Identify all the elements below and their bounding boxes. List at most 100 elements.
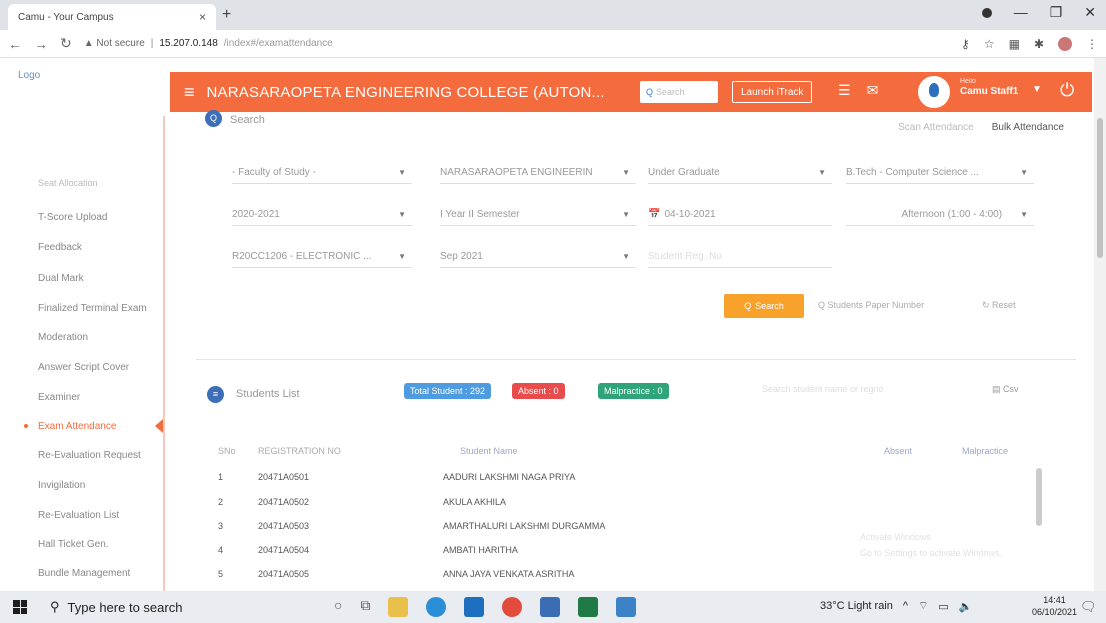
students-list-icon: ≡ — [207, 386, 224, 403]
taskbar-search[interactable]: ⚲ Type here to search — [40, 591, 250, 623]
caret-down-icon[interactable]: ▼ — [1032, 84, 1042, 95]
session-select[interactable]: Afternoon (1:00 - 4:00) ▼ — [846, 204, 1034, 226]
main-content: Q Search Scan Attendance Bulk Attendance… — [170, 110, 1092, 591]
sidebar-item-hall-ticket-gen[interactable]: Hall Ticket Gen. — [38, 539, 109, 550]
menu-dots-icon[interactable]: ⋮ — [1086, 37, 1098, 51]
search-icon: Q — [744, 301, 752, 311]
chevron-up-icon[interactable]: ^ — [903, 600, 908, 612]
sidebar-item-re-evaluation-request[interactable]: Re-Evaluation Request — [38, 450, 141, 461]
notification-icon[interactable]: 🗨 — [1080, 599, 1097, 615]
chevron-down-icon: ▼ — [622, 168, 630, 177]
logo: Logo — [18, 70, 41, 81]
sidebar-item-seat-allocation[interactable]: Seat Allocation — [38, 178, 98, 188]
sidebar-item-re-evaluation-list[interactable]: Re-Evaluation List — [38, 510, 119, 521]
volume-icon[interactable]: 🔈 — [959, 600, 973, 613]
reload-icon[interactable]: ↻ — [60, 35, 72, 52]
top-search-input[interactable]: Q Search — [640, 81, 718, 103]
photos-icon[interactable] — [616, 597, 637, 617]
students-list-title: Students List — [236, 388, 300, 400]
sidebar-item-moderation[interactable]: Moderation — [38, 332, 88, 343]
browser-tab[interactable]: Camu - Your Campus × — [8, 4, 216, 30]
table-row: 3 20471A0503 AMARTHALURI LAKSHMI DURGAMM… — [218, 521, 606, 531]
page-scrollbar[interactable] — [1094, 58, 1106, 591]
list-icon[interactable]: ☰ — [838, 82, 851, 99]
scrollbar-thumb[interactable] — [1097, 118, 1103, 258]
profile-icon[interactable] — [1058, 36, 1072, 51]
table-scrollbar[interactable] — [1036, 468, 1042, 526]
minimize-icon[interactable]: — — [1014, 4, 1028, 21]
program-level-select[interactable]: Under Graduate ▼ — [648, 162, 832, 184]
search-button[interactable]: Q Search — [724, 294, 804, 318]
exam-month-select[interactable]: Sep 2021 ▼ — [440, 246, 636, 268]
puzzle-icon[interactable]: ✱ — [1034, 37, 1044, 51]
battery-icon[interactable]: ▭ — [938, 600, 948, 613]
student-reg-input[interactable]: Student Reg. No — [648, 246, 832, 268]
new-tab-button[interactable]: + — [222, 6, 231, 24]
chrome-icon[interactable] — [502, 597, 523, 617]
sidebar-item-feedback[interactable]: Feedback — [38, 242, 82, 253]
url-host: 15.207.0.148 — [159, 38, 218, 49]
network-icon[interactable]: ⌔ — [918, 599, 928, 613]
restore-icon[interactable]: ❐ — [1050, 4, 1063, 21]
academic-year-select[interactable]: 2020-2021 ▼ — [232, 204, 412, 226]
close-window-icon[interactable]: ✕ — [1084, 4, 1096, 21]
sidebar-item-dual-mark[interactable]: Dual Mark — [38, 273, 84, 284]
sidebar-item-exam-attendance[interactable]: Exam Attendance — [38, 421, 116, 432]
edge-icon[interactable] — [426, 597, 447, 617]
file-explorer-icon[interactable] — [388, 597, 409, 617]
record-icon[interactable] — [981, 8, 992, 18]
chevron-down-icon: ▼ — [818, 168, 826, 177]
power-icon[interactable]: ⏻ — [1060, 80, 1074, 101]
semester-select[interactable]: I Year II Semester ▼ — [440, 204, 636, 226]
mail-icon[interactable]: ✉ — [867, 82, 879, 99]
student-search-input[interactable]: Search student name or regno — [762, 384, 884, 394]
cortana-icon[interactable]: ○ — [334, 597, 342, 617]
extension-icon[interactable]: ▦ — [1009, 37, 1020, 51]
excel-icon[interactable] — [578, 597, 599, 617]
system-tray: 33°C Light rain ^ ⌔ ▭ 🔈 — [820, 599, 973, 613]
faculty-select[interactable]: - Faculty of Study - ▼ — [232, 162, 412, 184]
reset-icon: ↻ — [982, 300, 993, 310]
students-paper-number-button[interactable]: Q Students Paper Number — [818, 300, 924, 310]
sidebar-item-finalized-terminal-exam[interactable]: Finalized Terminal Exam — [38, 303, 147, 314]
sidebar-item-t-score-upload[interactable]: T-Score Upload — [38, 212, 107, 223]
sidebar-item-answer-script-cover[interactable]: Answer Script Cover — [38, 362, 129, 373]
hamburger-icon[interactable]: ≡ — [184, 82, 195, 103]
table-row: 2 20471A0502 AKULA AKHILA — [218, 497, 507, 507]
absent-badge: Absent : 0 — [512, 383, 565, 399]
avatar[interactable] — [918, 76, 950, 108]
program-select[interactable]: B.Tech - Computer Science ... ▼ — [846, 162, 1034, 184]
institution-select[interactable]: NARASARAOPETA ENGINEERIN ▼ — [440, 162, 636, 184]
sidebar-item-bundle-management[interactable]: Bundle Management — [38, 568, 130, 579]
back-icon[interactable]: ← — [8, 36, 22, 52]
store-icon[interactable] — [540, 597, 561, 617]
activation-note-detail: Go to Settings to activate Windows. — [860, 548, 1003, 558]
column-header-absent: Absent — [884, 446, 913, 456]
clock[interactable]: 14:41 06/10/2021 — [1032, 595, 1077, 618]
weather-info[interactable]: 33°C Light rain — [820, 600, 893, 612]
url-field[interactable]: ▲ Not secure | 15.207.0.148/index#/exama… — [84, 38, 333, 49]
sidebar-item-examiner[interactable]: Examiner — [38, 392, 80, 403]
course-select[interactable]: R20CC1206 - ELECTRONIC ... ▼ — [232, 246, 412, 268]
star-icon[interactable]: ☆ — [984, 37, 995, 51]
tab-bulk-attendance[interactable]: Bulk Attendance — [992, 122, 1064, 133]
key-icon[interactable]: ⚷ — [961, 37, 970, 51]
chevron-down-icon: ▼ — [398, 168, 406, 177]
launch-itrack-button[interactable]: Launch iTrack — [732, 81, 813, 103]
browser-actions: ⚷ ☆ ▦ ✱ ⋮ — [961, 36, 1098, 51]
forward-icon[interactable]: → — [34, 36, 48, 52]
tab-scan-attendance[interactable]: Scan Attendance — [898, 122, 974, 133]
close-tab-icon[interactable]: × — [199, 10, 206, 24]
search-panel: Q Search Scan Attendance Bulk Attendance… — [196, 110, 1076, 360]
user-info[interactable]: Hello Camu Staff1 — [960, 78, 1018, 97]
sidebar-item-invigilation[interactable]: Invigilation — [38, 480, 85, 491]
exam-date-input[interactable]: 📅 04-10-2021 — [648, 204, 832, 226]
task-view-icon[interactable]: ⧉ — [360, 597, 370, 617]
mail-app-icon[interactable] — [464, 597, 485, 617]
app-header: Logo ≡ NARASARAOPETA ENGINEERING COLLEGE… — [0, 58, 1106, 116]
activation-note: Activate Windows — [860, 532, 932, 542]
windows-start-button[interactable] — [0, 600, 40, 614]
csv-export-button[interactable]: ▤ Csv — [992, 384, 1019, 395]
reset-button[interactable]: ↻ Reset — [982, 300, 1016, 311]
chevron-down-icon: ▼ — [398, 210, 406, 219]
